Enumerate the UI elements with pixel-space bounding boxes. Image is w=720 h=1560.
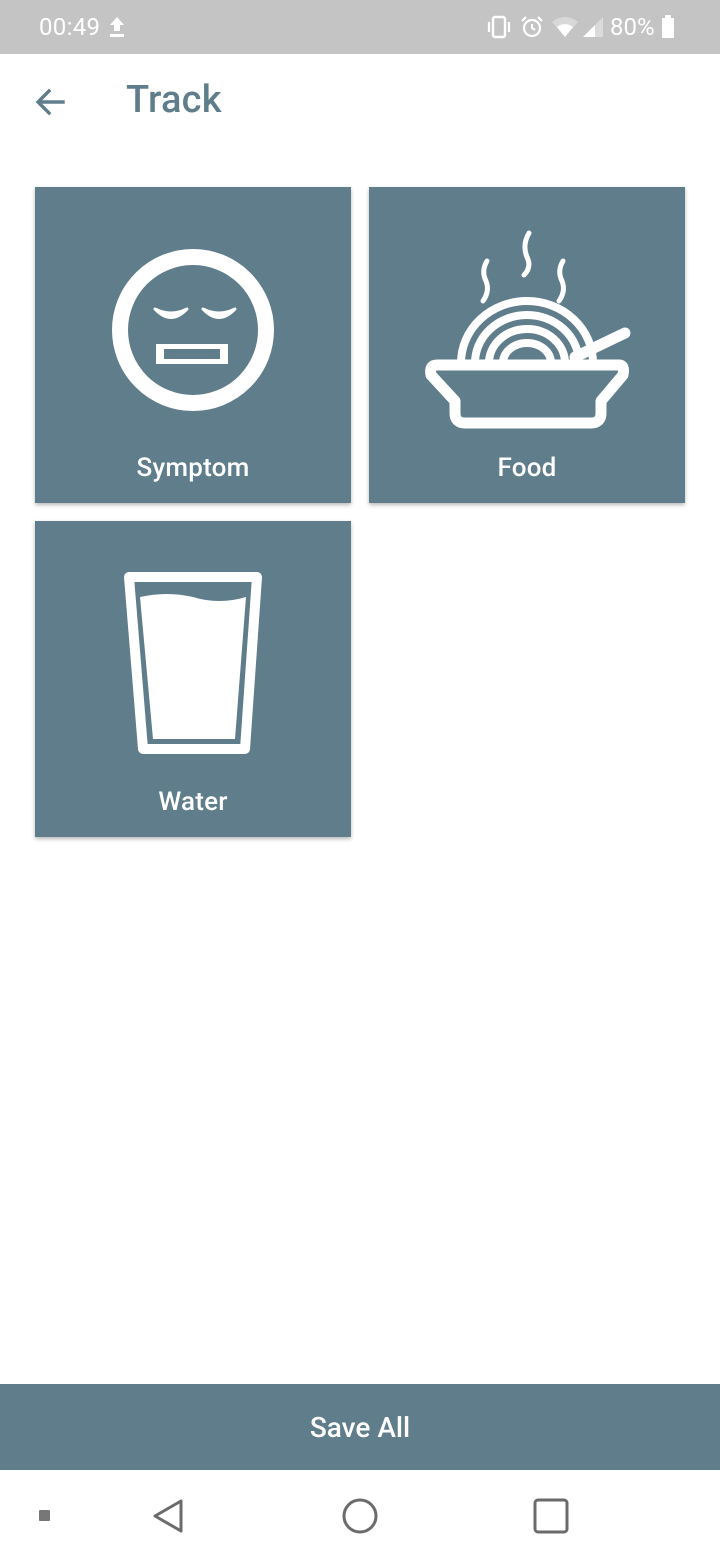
glass-of-water-icon: [124, 572, 262, 754]
battery-icon: [662, 15, 674, 38]
battery-percent: 80%: [610, 13, 655, 41]
status-bar: 00:49 80%: [0, 0, 720, 54]
unwell-face-icon: [112, 249, 274, 411]
home-circle-icon[interactable]: [341, 1497, 379, 1535]
page-title: Track: [126, 78, 222, 122]
save-all-button[interactable]: Save All: [0, 1384, 720, 1470]
bowl-of-noodles-icon: [425, 230, 631, 429]
arrow-back-icon: [35, 88, 65, 116]
status-time: 00:49: [39, 13, 101, 41]
upload-icon: [110, 17, 124, 37]
back-triangle-icon[interactable]: [150, 1497, 186, 1535]
recents-square-icon[interactable]: [532, 1498, 570, 1534]
app-bar: Track: [0, 54, 720, 154]
tile-symptom[interactable]: Symptom: [35, 187, 351, 503]
tile-label: Food: [497, 453, 557, 483]
tile-label: Water: [158, 787, 228, 817]
vibrate-icon: [487, 15, 511, 39]
back-button[interactable]: [22, 74, 78, 130]
signal-icon: [583, 17, 603, 37]
system-nav-bar: [0, 1470, 720, 1560]
small-square-icon[interactable]: [39, 1510, 51, 1522]
alarm-icon: [521, 16, 543, 38]
wifi-icon: [552, 17, 578, 37]
tile-label: Symptom: [136, 453, 250, 483]
tile-water[interactable]: Water: [35, 521, 351, 837]
tile-food[interactable]: Food: [369, 187, 685, 503]
save-all-label: Save All: [309, 1410, 411, 1444]
